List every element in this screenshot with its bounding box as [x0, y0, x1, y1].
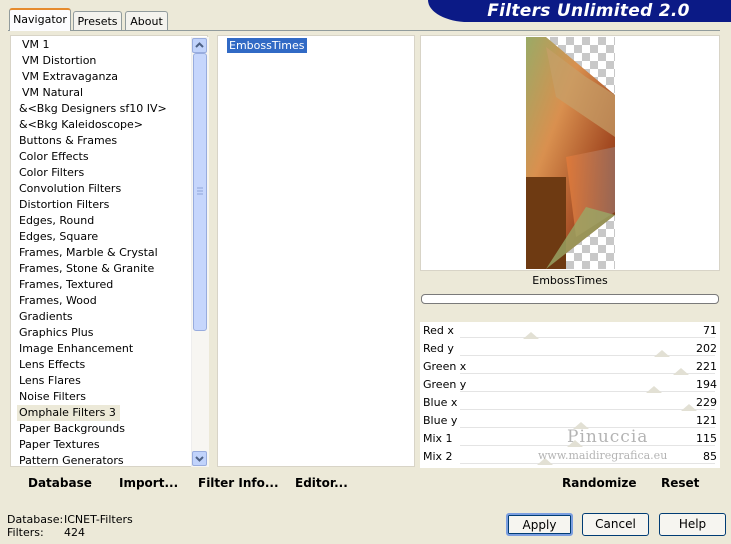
scroll-up-button[interactable]	[192, 38, 207, 53]
category-list[interactable]: VM 1 VM Distortion VM Extravaganza VM Natur…	[10, 35, 208, 467]
tab-navigator[interactable]: Navigator	[9, 8, 71, 31]
randomize-button[interactable]: Randomize	[562, 474, 636, 492]
category-item[interactable]: Frames, Wood	[19, 293, 97, 309]
slider-value: 194	[696, 378, 717, 391]
slider-label: Red x	[423, 324, 454, 337]
slider-value: 202	[696, 342, 717, 355]
grip-icon	[197, 187, 203, 195]
database-label: Database:	[7, 513, 64, 526]
slider-label: Red y	[423, 342, 454, 355]
category-item[interactable]: Convolution Filters	[19, 181, 121, 197]
slider-value: 85	[703, 450, 717, 463]
filter-item-selected[interactable]: EmbossTimes	[227, 38, 307, 53]
category-item[interactable]: Edges, Round	[19, 213, 94, 229]
slider-value: 121	[696, 414, 717, 427]
import-button[interactable]: Import...	[119, 474, 178, 492]
slider-thumb[interactable]	[523, 332, 539, 339]
category-item[interactable]: Color Filters	[19, 165, 84, 181]
watermark-url: www.maidiregrafica.eu	[538, 449, 668, 462]
slider-row[interactable]: Green x 221	[420, 358, 720, 376]
slider-value: 229	[696, 396, 717, 409]
slider-thumb[interactable]	[673, 368, 689, 375]
slider-label: Blue x	[423, 396, 458, 409]
slider-label: Blue y	[423, 414, 458, 427]
slider-value: 71	[703, 324, 717, 337]
filter-list[interactable]: EmbossTimes	[217, 35, 415, 467]
slider-track[interactable]	[460, 463, 715, 464]
category-item[interactable]: VM Extravaganza	[22, 69, 118, 85]
category-item[interactable]: Color Effects	[19, 149, 89, 165]
category-item[interactable]: Lens Effects	[19, 357, 85, 373]
help-button[interactable]: Help	[659, 513, 726, 536]
slider-row[interactable]: Red x 71	[420, 322, 720, 340]
editor-button[interactable]: Editor...	[295, 474, 348, 492]
category-item[interactable]: VM Distortion	[22, 53, 96, 69]
slider-row[interactable]: Green y 194	[420, 376, 720, 394]
category-item[interactable]: Image Enhancement	[19, 341, 133, 357]
category-item[interactable]: Frames, Marble & Crystal	[19, 245, 158, 261]
watermark-name: Pinuccia	[567, 427, 649, 447]
category-item[interactable]: Omphale Filters 3	[17, 405, 120, 421]
slider-track[interactable]	[460, 409, 715, 410]
category-item[interactable]: Pattern Generators	[19, 453, 124, 466]
progress-bar	[421, 294, 719, 304]
slider-label: Green x	[423, 360, 467, 373]
category-item[interactable]: &<Bkg Kaleidoscope>	[19, 117, 143, 133]
category-item[interactable]: Buttons & Frames	[19, 133, 117, 149]
category-item[interactable]: VM Natural	[22, 85, 83, 101]
slider-label: Mix 2	[423, 450, 453, 463]
filters-count: 424	[64, 526, 85, 539]
slider-thumb[interactable]	[654, 350, 670, 357]
category-item[interactable]: VM 1	[22, 37, 50, 53]
category-item[interactable]: Edges, Square	[19, 229, 98, 245]
preview-filter-name: EmbossTimes	[532, 274, 608, 287]
slider-row[interactable]: Blue x 229	[420, 394, 720, 412]
cancel-button[interactable]: Cancel	[582, 513, 649, 536]
category-item[interactable]: Paper Backgrounds	[19, 421, 125, 437]
tab-divider	[8, 30, 720, 31]
filter-info-button[interactable]: Filter Info...	[198, 474, 279, 492]
scroll-thumb[interactable]	[193, 53, 207, 331]
category-item[interactable]: Lens Flares	[19, 373, 81, 389]
database-value: ICNET-Filters	[64, 513, 133, 526]
chevron-up-icon	[195, 42, 204, 48]
category-item[interactable]: &<Bkg Designers sf10 IV>	[19, 101, 167, 117]
category-item[interactable]: Frames, Textured	[19, 277, 113, 293]
slider-track[interactable]	[460, 337, 715, 338]
left-button-bar: Database Import... Filter Info... Editor…	[10, 470, 414, 496]
apply-button[interactable]: Apply	[506, 513, 573, 536]
category-item[interactable]: Gradients	[19, 309, 73, 325]
tab-presets[interactable]: Presets	[73, 11, 122, 30]
reset-button[interactable]: Reset	[661, 474, 699, 492]
filters-label: Filters:	[7, 526, 44, 539]
slider-value: 221	[696, 360, 717, 373]
category-item[interactable]: Noise Filters	[19, 389, 86, 405]
app-title: Filters Unlimited 2.0	[487, 1, 690, 21]
category-item[interactable]: Paper Textures	[19, 437, 100, 453]
slider-thumb[interactable]	[681, 404, 697, 411]
scroll-down-button[interactable]	[192, 451, 207, 466]
slider-row[interactable]: Red y 202	[420, 340, 720, 358]
slider-label: Green y	[423, 378, 467, 391]
slider-thumb[interactable]	[646, 386, 662, 393]
right-button-bar: Randomize Reset	[420, 470, 720, 496]
slider-value: 115	[696, 432, 717, 445]
category-item[interactable]: Frames, Stone & Granite	[19, 261, 154, 277]
category-item[interactable]: Graphics Plus	[19, 325, 93, 341]
chevron-down-icon	[195, 456, 204, 462]
category-item[interactable]: Distortion Filters	[19, 197, 109, 213]
slider-track[interactable]	[460, 355, 715, 356]
database-button[interactable]: Database	[28, 474, 92, 492]
slider-label: Mix 1	[423, 432, 453, 445]
tab-about[interactable]: About	[125, 11, 168, 30]
slider-track[interactable]	[460, 391, 715, 392]
preview-image	[526, 37, 615, 269]
